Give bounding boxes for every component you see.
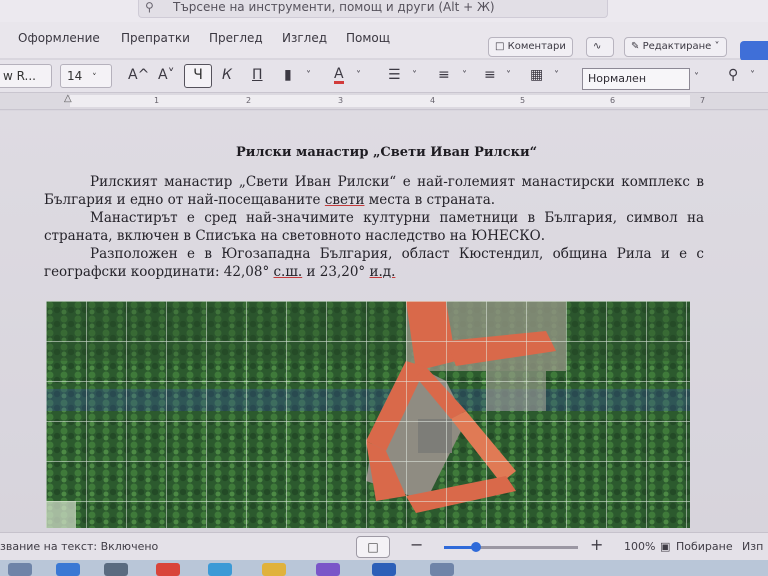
- store-icon[interactable]: [104, 563, 128, 576]
- grow-font-button[interactable]: A^: [128, 67, 149, 83]
- shrink-font-button[interactable]: A˅: [158, 67, 175, 83]
- browser-icon[interactable]: [56, 563, 80, 576]
- zoom-percent[interactable]: 100%: [624, 540, 655, 553]
- bold-button[interactable]: Ч: [184, 64, 212, 88]
- tab-review[interactable]: Преглед: [209, 31, 263, 45]
- focus-mode-button[interactable]: □: [356, 536, 390, 558]
- ruler[interactable]: 1 2 3 4 5 6 7 △: [0, 92, 768, 110]
- ruler-text-area: [70, 95, 690, 107]
- teams-icon[interactable]: [316, 563, 340, 576]
- app-icon[interactable]: [208, 563, 232, 576]
- start-icon[interactable]: [8, 563, 32, 576]
- align-icon[interactable]: ≡: [484, 67, 496, 83]
- indent-marker[interactable]: △: [64, 93, 72, 104]
- font-name-box[interactable]: w R...: [0, 64, 52, 88]
- editing-mode-button[interactable]: ✎ Редактиране ˅: [624, 37, 727, 57]
- zoom-slider[interactable]: [444, 542, 578, 552]
- ruler-tick: 6: [610, 96, 616, 105]
- search-box[interactable]: ⚲ Търсене на инструменти, помощ и други …: [138, 0, 608, 18]
- chevron-down-icon: ˅: [714, 41, 720, 52]
- document-page[interactable]: Рилски манастир „Свети Иван Рилски“ Рилс…: [0, 111, 768, 536]
- comments-button[interactable]: □ Коментари: [488, 37, 573, 57]
- search-icon: ⚲: [145, 0, 154, 14]
- app-icon[interactable]: [430, 563, 454, 576]
- borders-icon[interactable]: ▦: [530, 67, 543, 83]
- pencil-icon: ✎: [631, 41, 640, 52]
- tab-references[interactable]: Препратки: [121, 31, 190, 45]
- folder-icon[interactable]: [262, 563, 286, 576]
- chevron-down-icon[interactable]: ˅: [412, 70, 417, 81]
- italic-button[interactable]: К: [222, 67, 232, 83]
- tab-layout[interactable]: Оформление: [18, 31, 100, 45]
- ruler-tick: 2: [246, 96, 252, 105]
- ruler-tick: 7: [700, 96, 706, 105]
- search-input[interactable]: Търсене на инструменти, помощ и други (A…: [173, 0, 495, 14]
- share-button[interactable]: [740, 41, 768, 61]
- numbering-icon[interactable]: ≡: [438, 67, 450, 83]
- style-selector[interactable]: Нормален: [582, 68, 690, 90]
- chevron-down-icon: ˅: [92, 73, 97, 83]
- word-icon[interactable]: [372, 563, 396, 576]
- comment-icon: □: [495, 41, 505, 52]
- text-prediction-status[interactable]: звание на текст: Включено: [0, 540, 158, 553]
- document-title: Рилски манастир „Свети Иван Рилски“: [236, 145, 538, 160]
- chevron-down-icon[interactable]: ˅: [306, 70, 311, 81]
- taskbar: [0, 560, 768, 576]
- find-icon[interactable]: ⚲: [728, 67, 738, 83]
- chevron-down-icon[interactable]: ˅: [356, 70, 361, 81]
- font-color-button[interactable]: A: [334, 67, 344, 84]
- zoom-in-button[interactable]: +: [590, 535, 603, 554]
- zoom-out-button[interactable]: −: [410, 535, 423, 554]
- chevron-down-icon[interactable]: ˅: [750, 70, 755, 81]
- underline-button[interactable]: П: [252, 67, 263, 83]
- ruler-tick: 5: [520, 96, 526, 105]
- paragraph-2: Манастирът е сред най-значимите културни…: [44, 210, 704, 244]
- chevron-down-icon[interactable]: ˅: [694, 72, 699, 83]
- activity-icon: ∿: [593, 41, 602, 52]
- fit-button[interactable]: Побиране: [676, 540, 733, 553]
- status-bar: звание на текст: Включено □ − + 100% ▣ П…: [0, 532, 768, 560]
- paragraph-1: Рилският манастир „Свети Иван Рилски“ е …: [44, 174, 704, 208]
- paragraph-3: Разположен е в Югозападна България, обла…: [44, 246, 704, 280]
- ruler-tick: 4: [430, 96, 436, 105]
- tab-view[interactable]: Изглед: [282, 31, 327, 45]
- bullets-icon[interactable]: ☰: [388, 67, 401, 83]
- ruler-tick: 1: [154, 96, 160, 105]
- zoom-slider-knob[interactable]: [471, 542, 482, 552]
- title-bar: ⚲ Търсене на инструменти, помощ и други …: [0, 0, 768, 22]
- chevron-down-icon[interactable]: ˅: [462, 70, 467, 81]
- fit-icon: ▣: [660, 540, 671, 553]
- chrome-icon[interactable]: [156, 563, 180, 576]
- activity-button[interactable]: ∿: [586, 37, 614, 57]
- font-size-box[interactable]: 14 ˅: [60, 64, 112, 88]
- page-icon: □: [367, 540, 379, 554]
- chevron-down-icon[interactable]: ˅: [554, 70, 559, 81]
- chevron-down-icon[interactable]: ˅: [506, 70, 511, 81]
- ruler-tick: 3: [338, 96, 344, 105]
- highlight-icon[interactable]: ▮: [284, 67, 292, 83]
- monastery-aerial-image[interactable]: [46, 301, 690, 528]
- trailing-status[interactable]: Изп: [742, 540, 763, 553]
- tab-help[interactable]: Помощ: [346, 31, 390, 45]
- formatting-toolbar: w R... 14 ˅ A^ A˅ Ч К П ▮ ˅ A ˅ ☰ ˅ ≡ ˅ …: [0, 60, 768, 92]
- word-window: ⚲ Търсене на инструменти, помощ и други …: [0, 0, 768, 576]
